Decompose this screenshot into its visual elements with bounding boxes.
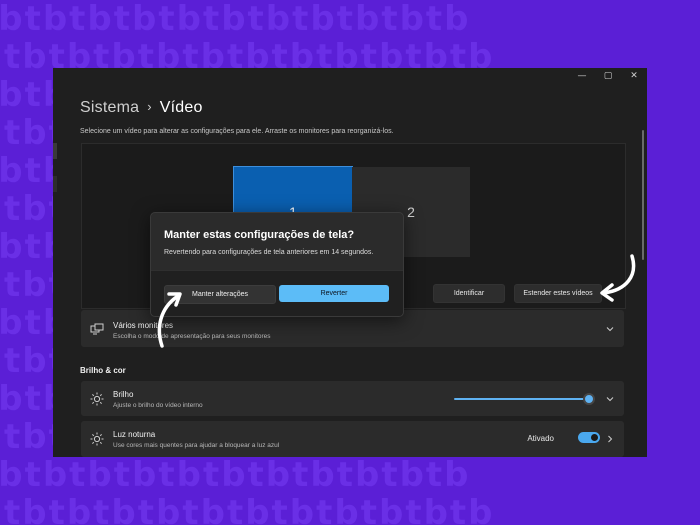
revert-button[interactable]: Reverter bbox=[279, 285, 389, 302]
night-light-title: Luz noturna bbox=[113, 430, 156, 439]
extend-displays-dropdown[interactable]: Estender estes vídeos bbox=[514, 284, 602, 303]
window-controls: — ▢ ✕ bbox=[569, 68, 647, 84]
background-pattern-row: tbtbtbtbtbtbtbtbtbtbtb bbox=[4, 493, 495, 525]
chevron-down-icon bbox=[606, 326, 614, 331]
page-title: Vídeo bbox=[159, 99, 203, 116]
brightness-description: Ajuste o brilho do vídeo interno bbox=[113, 402, 203, 409]
annotation-arrow-icon bbox=[157, 292, 182, 348]
sun-icon bbox=[90, 432, 104, 446]
night-light-description: Use cores mais quentes para ajudar a blo… bbox=[113, 442, 280, 449]
breadcrumb-parent[interactable]: Sistema bbox=[80, 99, 139, 116]
nav-edge-indicator bbox=[53, 176, 57, 192]
brightness-title: Brilho bbox=[113, 390, 134, 399]
chevron-right-icon bbox=[608, 435, 613, 443]
scrollbar[interactable] bbox=[642, 130, 644, 260]
page-subtitle: Selecione um vídeo para alterar as confi… bbox=[80, 128, 394, 135]
night-light-card[interactable]: Luz noturna Use cores mais quentes para … bbox=[81, 421, 624, 457]
sun-icon bbox=[90, 392, 104, 405]
night-light-toggle[interactable] bbox=[578, 432, 600, 443]
multi-monitor-icon bbox=[90, 323, 104, 334]
nav-edge-indicator bbox=[53, 143, 57, 159]
night-light-status: Ativado bbox=[527, 434, 554, 443]
minimize-button[interactable]: — bbox=[569, 68, 595, 84]
brightness-slider-thumb[interactable] bbox=[583, 393, 596, 405]
dialog-countdown-text: Revertendo para configurações de tela an… bbox=[164, 249, 374, 256]
background-pattern-row: tbtbtbtbtbtbtbtbtbtbtb bbox=[0, 0, 471, 39]
close-button[interactable]: ✕ bbox=[621, 68, 647, 84]
section-heading-brightness-color: Brilho & cor bbox=[80, 366, 126, 375]
maximize-button[interactable]: ▢ bbox=[595, 68, 621, 84]
monitor-2-label: 2 bbox=[407, 204, 415, 220]
annotation-arrow-icon bbox=[600, 254, 636, 302]
brightness-slider[interactable] bbox=[454, 393, 596, 405]
breadcrumb-separator: › bbox=[147, 99, 152, 114]
breadcrumb: Sistema › Vídeo bbox=[80, 99, 203, 117]
identify-button[interactable]: Identificar bbox=[433, 284, 505, 303]
brightness-card[interactable]: Brilho Ajuste o brilho do vídeo interno bbox=[81, 381, 624, 416]
dialog-title: Manter estas configurações de tela? bbox=[164, 229, 355, 241]
toggle-knob bbox=[591, 434, 598, 441]
chevron-down-icon bbox=[606, 396, 614, 401]
background-pattern-row: tbtbtbtbtbtbtbtbtbtbtb bbox=[0, 455, 471, 495]
